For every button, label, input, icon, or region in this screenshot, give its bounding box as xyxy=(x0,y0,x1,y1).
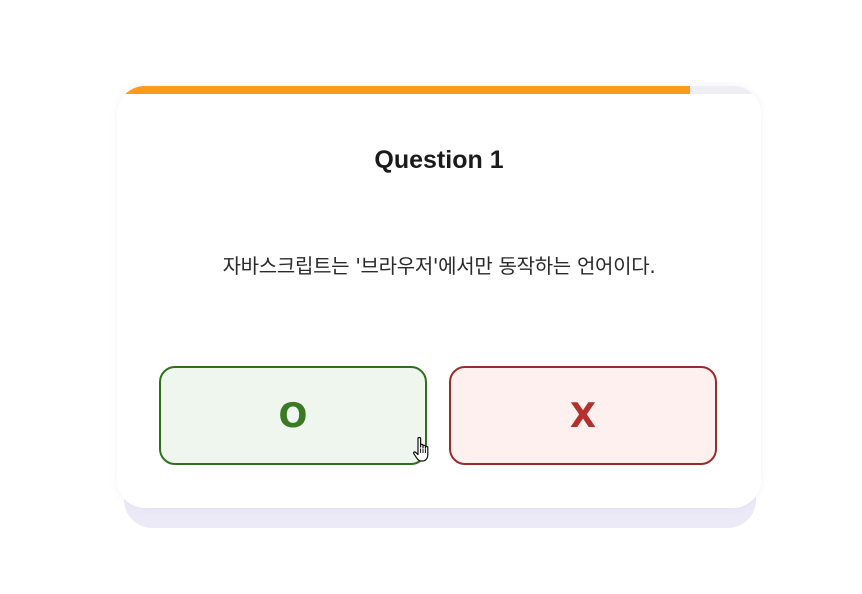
answer-o-button[interactable]: O xyxy=(159,366,427,465)
quiz-card: Question 1 자바스크립트는 '브라우저'에서만 동작하는 언어이다. … xyxy=(117,86,761,508)
hand-pointer-icon xyxy=(413,436,429,462)
question-title: Question 1 xyxy=(374,146,504,174)
answer-x-button[interactable]: X xyxy=(449,366,717,465)
answer-x-label: X xyxy=(569,395,597,436)
answer-o-label: O xyxy=(278,395,308,436)
progress-bar-fill xyxy=(117,86,691,94)
progress-bar xyxy=(117,86,761,94)
question-text: 자바스크립트는 '브라우저'에서만 동작하는 언어이다. xyxy=(222,254,656,278)
page: Question 1 자바스크립트는 '브라우저'에서만 동작하는 언어이다. … xyxy=(0,0,862,594)
